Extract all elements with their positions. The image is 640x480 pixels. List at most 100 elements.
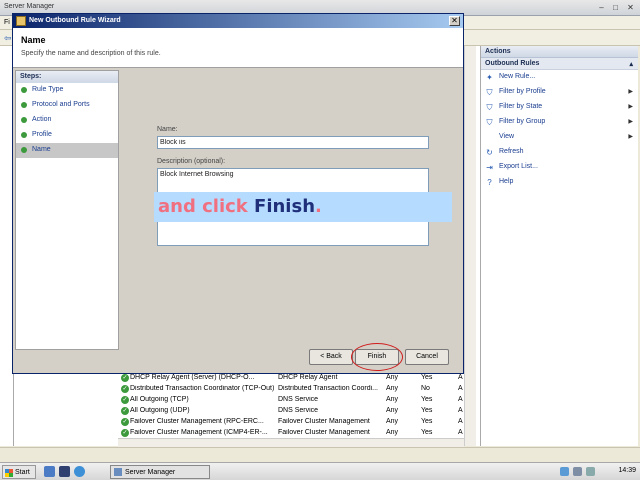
powershell-quicklaunch-icon[interactable] [59, 466, 70, 477]
action-item-label: Export List... [499, 163, 538, 170]
taskbar-server-manager-label: Server Manager [125, 469, 176, 476]
action-item[interactable]: ⛉ Filter by State ▶ [481, 100, 638, 115]
tutorial-callout: and click Finish. [154, 192, 452, 222]
action-item[interactable]: ? Help [481, 175, 638, 190]
callout-text-1: and click [158, 196, 255, 217]
rule-enabled-icon: ✓ [121, 407, 129, 415]
taskbar: Start Server Manager 14:39 [0, 462, 640, 480]
tray-icon[interactable] [573, 467, 582, 476]
wizard-close-icon[interactable]: ✕ [449, 16, 460, 26]
cancel-button[interactable]: Cancel [405, 349, 449, 365]
taskbar-server-manager[interactable]: Server Manager [110, 465, 210, 479]
maximize-icon[interactable]: □ [611, 3, 620, 12]
rule-name-cell: Failover Cluster Management (ICMP4-ER-..… [130, 429, 268, 436]
back-button[interactable]: < Back [309, 349, 353, 365]
rule-profile-cell: Any [386, 429, 399, 436]
rule-profile-cell: Any [386, 407, 399, 414]
file-menu[interactable]: Fi [4, 19, 10, 26]
action-item-label: Filter by Profile [499, 88, 546, 95]
description-label: Description (optional): [157, 158, 226, 165]
server-manager-quicklaunch-icon[interactable] [44, 466, 55, 477]
network-icon[interactable] [560, 467, 569, 476]
rule-enabled-icon: ✓ [121, 418, 129, 426]
windows-logo-icon [5, 469, 13, 477]
action-item-label: New Rule... [499, 73, 536, 80]
action-item-label: Help [499, 178, 514, 185]
submenu-arrow-icon: ▶ [628, 104, 633, 110]
step-item[interactable]: Protocol and Ports [16, 98, 118, 113]
step-label: Profile [32, 131, 52, 138]
actions-pane: Actions Outbound Rules ▴ ✦ New Rule... ⛉ Fi… [480, 46, 638, 446]
rule-group-cell: DNS Service [278, 396, 319, 403]
wizard-title: New Outbound Rule Wizard [29, 17, 121, 24]
horizontal-scrollbar[interactable] [118, 438, 464, 447]
submenu-arrow-icon: ▶ [628, 119, 633, 125]
wizard-titlebar: New Outbound Rule Wizard ✕ [13, 14, 463, 28]
wizard-header: Name Specify the name and description of… [13, 28, 463, 68]
table-row[interactable]: ✓ All Outgoing (TCP) DNS Service Any Yes A [118, 395, 464, 406]
collapse-icon[interactable]: ▴ [629, 60, 633, 68]
new-rule-icon: ✦ [486, 73, 493, 82]
steps-list: Rule Type Protocol and Ports Action Profile… [16, 83, 118, 158]
rule-enabled-cell: Yes [421, 418, 433, 425]
steps-panel: Steps: Rule Type Protocol and Ports Action… [15, 70, 119, 350]
table-row[interactable]: ✓ DHCP Relay Agent (Server) (DHCP-O... DHC… [118, 373, 464, 384]
rule-name-cell: Distributed Transaction Coordinator (TCP… [130, 385, 275, 392]
start-button[interactable]: Start [2, 465, 36, 479]
step-item[interactable]: Profile [16, 128, 118, 143]
rule-enabled-cell: Yes [421, 407, 433, 414]
filter-icon: ⛉ [486, 118, 493, 127]
rule-profile-cell: Any [386, 418, 399, 425]
step-label: Protocol and Ports [32, 101, 90, 108]
name-input[interactable] [157, 136, 429, 149]
filter-icon: ⛉ [486, 103, 493, 112]
step-bullet-icon [21, 102, 27, 108]
rule-group-cell: DNS Service [278, 407, 319, 414]
step-bullet-icon [21, 132, 27, 138]
action-item[interactable]: ⇥ Export List... [481, 160, 638, 175]
step-item[interactable]: Rule Type [16, 83, 118, 98]
rule-enabled-icon: ✓ [121, 396, 129, 404]
close-icon[interactable]: ✕ [626, 3, 635, 12]
export-icon: ⇥ [486, 163, 493, 172]
rule-profile-cell: Any [386, 396, 399, 403]
action-item[interactable]: ✦ New Rule... [481, 70, 638, 85]
clock: 14:39 [618, 467, 636, 474]
finish-button[interactable]: Finish [355, 349, 399, 365]
action-item[interactable]: ⛉ Filter by Group ▶ [481, 115, 638, 130]
action-item[interactable]: ⛉ Filter by Profile ▶ [481, 85, 638, 100]
rule-name-cell: Failover Cluster Management (RPC-ERC... [130, 418, 264, 425]
rule-group-cell: Failover Cluster Management [278, 418, 370, 425]
step-item[interactable]: Name [16, 143, 118, 158]
wizard-app-icon [16, 16, 26, 26]
wizard-heading: Name [21, 35, 46, 45]
action-item-label: Filter by State [499, 103, 543, 110]
step-item[interactable]: Action [16, 113, 118, 128]
actions-section-outbound-rules[interactable]: Outbound Rules ▴ [481, 58, 638, 70]
rule-group-cell: Distributed Transaction Coordi... [278, 385, 378, 392]
rule-enabled-cell: Yes [421, 429, 433, 436]
callout-text-3: . [315, 196, 322, 217]
rule-group-cell: Failover Cluster Management [278, 429, 370, 436]
rule-enabled-cell: Yes [421, 374, 433, 381]
rule-enabled-icon: ✓ [121, 429, 129, 437]
help-icon: ? [487, 178, 492, 187]
actions-section-label: Outbound Rules [485, 60, 540, 67]
actions-list: ✦ New Rule... ⛉ Filter by Profile ▶ ⛉ Filter b… [481, 70, 638, 190]
minimize-icon[interactable]: – [597, 3, 606, 12]
callout-text-finish: Finish [254, 196, 316, 217]
internet-explorer-icon[interactable] [74, 466, 85, 477]
table-row[interactable]: ✓ Distributed Transaction Coordinator (TC… [118, 384, 464, 395]
table-row[interactable]: ✓ Failover Cluster Management (RPC-ERC...… [118, 417, 464, 428]
refresh-icon: ↻ [486, 148, 493, 157]
table-row[interactable]: ✓ All Outgoing (UDP) DNS Service Any Yes A [118, 406, 464, 417]
action-item[interactable]: ↻ Refresh [481, 145, 638, 160]
step-label: Name [32, 146, 51, 153]
start-label: Start [15, 469, 30, 476]
action-item-label: View [499, 133, 515, 140]
status-bar [0, 447, 640, 462]
action-item[interactable]: View ▶ [481, 130, 638, 145]
vertical-scrollbar[interactable] [464, 46, 476, 446]
rule-name-cell: All Outgoing (UDP) [130, 407, 190, 414]
volume-icon[interactable] [586, 467, 595, 476]
